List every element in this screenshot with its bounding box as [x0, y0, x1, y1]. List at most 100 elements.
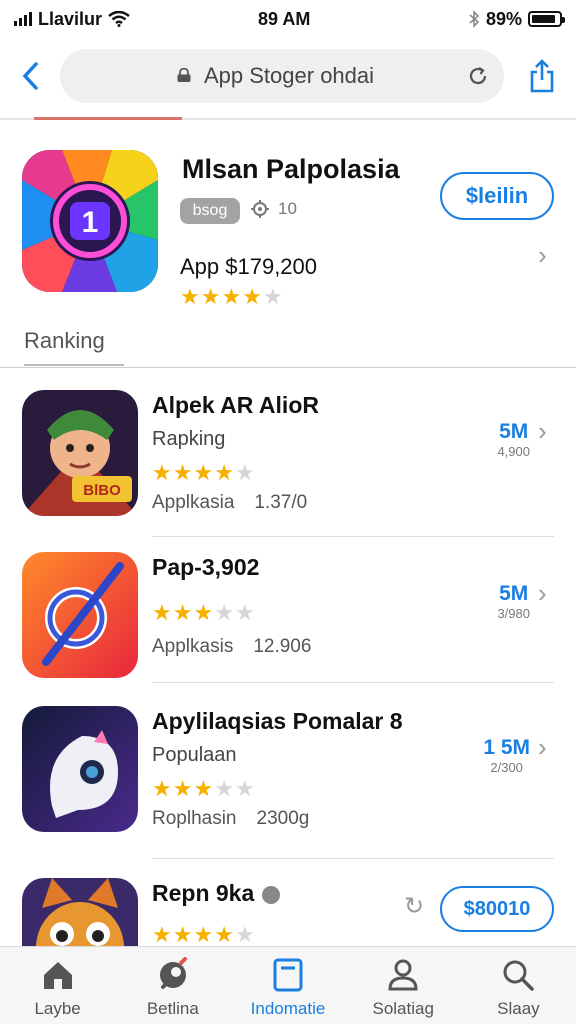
tab-label: Solatiag: [372, 999, 434, 1018]
star-icon: ★: [172, 460, 193, 485]
featured-app-title: Mlsan Palpolasia: [182, 154, 400, 184]
tab-solatiag[interactable]: Solatiag: [346, 947, 461, 1024]
app-icon[interactable]: [22, 878, 138, 946]
signal-icon: [14, 12, 32, 26]
clock: 89 AM: [258, 8, 311, 29]
refresh-icon: ↻: [404, 893, 425, 920]
app-title: Repn 9ka: [152, 880, 281, 907]
row-divider: [152, 858, 554, 859]
tab-label: Slaay: [497, 999, 540, 1018]
back-button[interactable]: [12, 58, 48, 94]
lock-icon: [177, 68, 191, 82]
section-divider: [0, 367, 576, 368]
section-tab-underline: [24, 364, 124, 366]
app-count: 1.37/0: [254, 492, 308, 513]
age-badge: bsog: [180, 198, 240, 224]
app-icon[interactable]: BlBO: [22, 390, 138, 516]
tab-betlina[interactable]: Betlina: [115, 947, 230, 1024]
address-bar[interactable]: App Stoger ohdai: [60, 49, 504, 103]
app-category-label: Applkasia: [152, 492, 235, 513]
tab-bar: Laybe Betlina Indomatie Solatiag Slaay: [0, 946, 576, 1024]
status-bar: Llavilur 89 AM 89%: [0, 0, 576, 38]
tab-laybe[interactable]: Laybe: [0, 947, 115, 1024]
section-header[interactable]: Ranking: [24, 328, 105, 354]
star-icon: ★: [152, 460, 172, 485]
app-count: 2300g: [256, 808, 310, 829]
app-title: Pap-3,902: [152, 554, 260, 580]
battery-fill: [532, 15, 556, 23]
tab-indomatie[interactable]: Indomatie: [230, 947, 345, 1024]
tab-label: Laybe: [34, 999, 81, 1018]
app-subtitle: Rapking: [152, 428, 226, 450]
tab-slaay[interactable]: Slaay: [461, 947, 576, 1024]
reload-icon[interactable]: [466, 64, 490, 88]
list-item[interactable]: BlBO Alpek AR AlioR Rapking ★ ★ ★ ★ ★ Applka…: [0, 390, 576, 536]
list-item[interactable]: Pap-3,902 ★ ★ ★ ★ ★ Applkasis 12.906 5M 3/980…: [0, 552, 576, 698]
wifi-icon: [108, 11, 130, 27]
app-size: 1 5M 2/300: [483, 736, 530, 775]
app-size-sub: 3/980: [497, 606, 530, 621]
header-accent-line: [34, 117, 182, 120]
star-icon: ★: [214, 600, 234, 625]
app-category: Applkasis 12.906: [152, 636, 311, 658]
app-size-sub: 4,900: [497, 444, 530, 459]
list-item[interactable]: Apylilaqsias Pomalar 8 Populaan ★ ★ ★ ★ ★ Ro…: [0, 706, 576, 852]
chevron-right-icon[interactable]: ›: [538, 732, 547, 763]
list-item[interactable]: Repn 9ka ★ ★ ★ ★ ★ ↻ $80010: [0, 878, 576, 946]
app-rating: ★ ★ ★ ★ ★: [152, 778, 255, 800]
app-subtitle: Populaan: [152, 744, 237, 766]
app-icon[interactable]: [22, 706, 138, 832]
star-icon: ★: [221, 284, 242, 309]
star-icon: ★: [152, 922, 172, 946]
url-text: App Stoger ohdai: [204, 63, 375, 88]
chevron-right-icon[interactable]: ›: [538, 240, 547, 271]
star-icon: ★: [234, 922, 255, 946]
star-icon: ★: [234, 600, 255, 625]
app-category: Applkasia 1.37/0: [152, 492, 307, 514]
star-icon: ★: [193, 922, 214, 946]
star-icon: ★: [262, 284, 283, 309]
bluetooth-icon: [469, 10, 480, 28]
featured-get-button[interactable]: $leilin: [440, 172, 554, 220]
rocket-icon: [159, 957, 187, 989]
star-icon: ★: [152, 600, 172, 625]
app-category-label: Applkasis: [152, 636, 234, 657]
app-size: 5M 3/980: [497, 582, 530, 621]
star-icon: ★: [234, 460, 255, 485]
star-icon: ★: [214, 460, 234, 485]
featured-rating: ★ ★ ★ ★ ★: [180, 286, 283, 308]
app-count: 12.906: [253, 636, 312, 657]
search-icon: [503, 960, 535, 991]
carrier-name: Llavilur: [38, 8, 103, 29]
app-rating: ★ ★ ★ ★ ★: [152, 462, 255, 484]
status-left: Llavilur: [14, 9, 130, 30]
app-icon-text: BlBO: [83, 482, 121, 499]
star-icon: ★: [180, 284, 200, 309]
person-icon: [388, 959, 418, 991]
star-icon: ★: [193, 600, 214, 625]
share-button[interactable]: [524, 56, 560, 96]
star-icon: ★: [152, 776, 172, 801]
browser-nav-bar: App Stoger ohdai: [0, 40, 576, 112]
featured-meta-value: 10: [278, 199, 297, 218]
app-size-value: 5M: [499, 582, 529, 605]
battery-icon: [528, 11, 565, 27]
fire-icon: [262, 885, 281, 904]
today-icon: [273, 958, 303, 992]
app-size-value: 5M: [499, 420, 529, 443]
app-rating: ★ ★ ★ ★ ★: [152, 602, 255, 624]
featured-app-icon[interactable]: 1: [22, 150, 158, 292]
tab-label: Betlina: [146, 999, 199, 1018]
star-icon: ★: [193, 460, 214, 485]
chevron-right-icon[interactable]: ›: [538, 416, 547, 447]
get-button[interactable]: $80010: [440, 886, 554, 932]
chevron-right-icon[interactable]: ›: [538, 578, 547, 609]
star-icon: ★: [193, 776, 214, 801]
star-icon: ★: [172, 600, 193, 625]
app-title: Alpek AR AlioR: [152, 392, 319, 418]
star-icon: ★: [200, 284, 221, 309]
app-icon[interactable]: [22, 552, 138, 678]
featured-app[interactable]: 1 Mlsan Palpolasia bsog 10 App $179,200 …: [0, 140, 576, 320]
app-title-text: Repn 9ka: [152, 880, 255, 906]
app-category: Roplhasin 2300g: [152, 808, 309, 830]
